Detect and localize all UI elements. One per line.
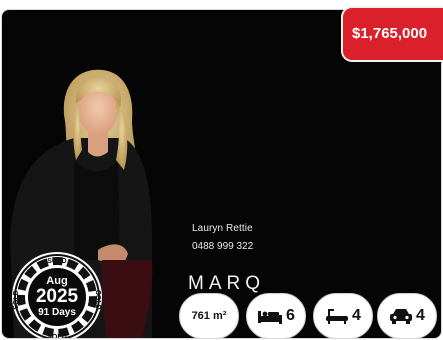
land-area-value: 761 m² bbox=[191, 310, 227, 322]
car-spaces-count: 4 bbox=[416, 307, 425, 324]
sold-year: 2025 bbox=[35, 286, 79, 307]
bedrooms-badge: 6 bbox=[246, 293, 306, 338]
bathrooms-count: 4 bbox=[352, 307, 361, 324]
sold-ring-label-top: SOLD bbox=[47, 258, 66, 265]
sold-ring-label-bottom: SOLD bbox=[47, 334, 66, 339]
bathrooms-badge: 4 bbox=[313, 293, 373, 338]
days-on-market: 91 Days bbox=[38, 307, 76, 318]
sold-seal: SOLD SOLD SOLD SOLD Aug 2025 91 Days bbox=[10, 250, 104, 339]
price-badge: $1,765,000 bbox=[343, 8, 443, 60]
brand-logo: MARQ bbox=[188, 273, 265, 294]
bath-icon bbox=[326, 309, 349, 324]
car-spaces-badge: 4 bbox=[377, 293, 437, 338]
car-icon bbox=[390, 309, 413, 324]
agent-phone[interactable]: 0488 999 322 bbox=[192, 241, 253, 252]
agent-name: Lauryn Rettie bbox=[192, 223, 253, 234]
land-area-badge: 761 m² bbox=[179, 293, 239, 338]
bed-icon bbox=[258, 311, 283, 324]
bedrooms-count: 6 bbox=[286, 307, 295, 324]
